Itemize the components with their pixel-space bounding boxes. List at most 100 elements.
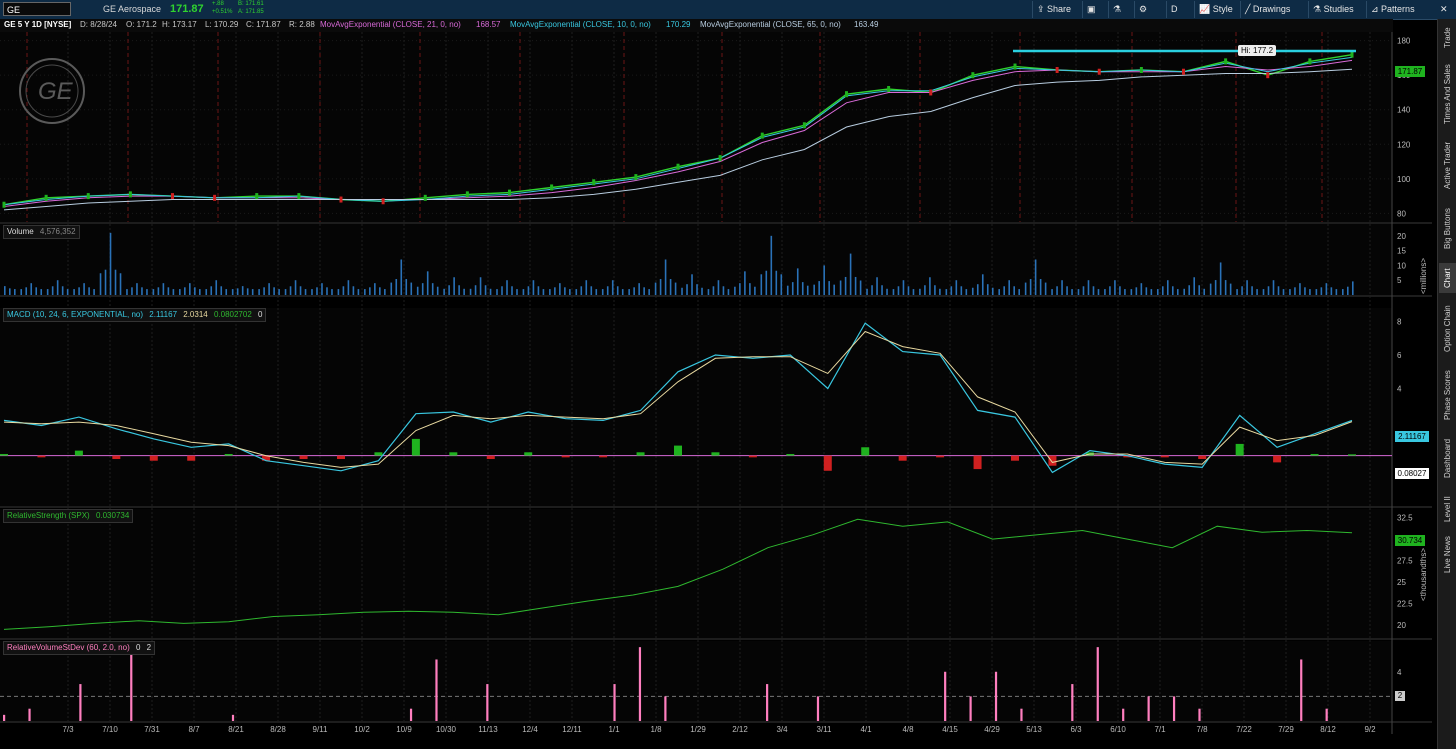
volume-bar [109, 232, 112, 295]
volume-bar [273, 287, 275, 295]
volume-bar [1013, 286, 1015, 295]
volume-bar [1219, 262, 1222, 295]
volume-bar [1124, 289, 1126, 295]
volume-bar [976, 284, 979, 295]
studies-button[interactable]: ⚗ Studies [1308, 1, 1358, 18]
x-tick-label: 1/8 [650, 725, 662, 734]
volume-bar [311, 289, 313, 295]
macd-hist-bar [486, 455, 495, 460]
tab-live-news[interactable]: Live News [1439, 533, 1456, 577]
candle [381, 198, 385, 205]
volume-bar [215, 280, 218, 295]
macd-hist-bar [112, 455, 121, 460]
tab-big-buttons[interactable]: Big Buttons [1439, 201, 1456, 257]
volume-bar [727, 289, 730, 295]
volume-bar [184, 287, 186, 295]
volume-bar [241, 286, 244, 295]
volume-bar [1061, 280, 1063, 295]
style-button[interactable]: 📈 Style [1194, 1, 1237, 18]
volume-bar [1114, 280, 1116, 295]
top-toolbar: GE GE Aerospace 171.87 +.88 +0.51% B: 17… [0, 0, 1456, 20]
tab-times-and-sales[interactable]: Times And Sales [1439, 59, 1456, 129]
volume-bar [30, 283, 33, 295]
volume-bar [1077, 289, 1080, 295]
save-button[interactable]: ▣ [1082, 1, 1100, 18]
volume-bar [542, 289, 545, 295]
volume-bar [136, 283, 138, 295]
patterns-button[interactable]: ⊿ Patterns [1366, 1, 1419, 18]
macd-hist-bar [936, 455, 945, 458]
tab-level-ii[interactable]: Level II [1439, 491, 1456, 527]
share-button[interactable]: ⇪ Share [1032, 1, 1075, 18]
candle [86, 193, 90, 200]
tab-active-trader[interactable]: Active Trader [1439, 135, 1456, 195]
volume-bar [416, 286, 419, 295]
tab-dashboard[interactable]: Dashboard [1439, 431, 1456, 485]
volume-bar [754, 286, 756, 295]
rvs-bar [1300, 659, 1303, 721]
tab-trade[interactable]: Trade [1439, 23, 1456, 53]
tab-option-chain[interactable]: Option Chain [1439, 299, 1456, 359]
x-tick-label: 4/1 [860, 725, 872, 734]
gear-button[interactable]: ⚙ [1134, 1, 1151, 18]
close-icon[interactable]: ✕ [1436, 1, 1452, 18]
volume-bar [205, 289, 208, 295]
volume-bar [93, 289, 95, 295]
macd-hist-bar [599, 455, 608, 458]
volume-bar [839, 280, 842, 295]
volume-bar [1066, 286, 1068, 295]
chart-area[interactable]: GE 7/3 7/10 7/31 8/7 8/21 8/28 9/11 10/2 10/9 10/… [0, 19, 1437, 749]
flask-icon: ⚗ [1113, 4, 1122, 14]
symbol-input[interactable]: GE [3, 2, 71, 16]
candle [1224, 58, 1228, 65]
volume-bar [686, 284, 688, 295]
rs-unit: <thousandths> [1419, 548, 1428, 601]
volume-bar [945, 289, 948, 295]
volume-bar [347, 280, 350, 295]
volume-bar [1140, 283, 1143, 295]
volume-bar [606, 286, 609, 295]
rvs-bar [664, 696, 667, 721]
last-price: 171.87 [170, 3, 204, 15]
x-tick-label: 5/13 [1026, 725, 1042, 734]
tab-chart[interactable]: Chart [1439, 263, 1456, 293]
rs-tick-label: 27.5 [1397, 557, 1413, 566]
volume-bar [828, 281, 830, 295]
volume-bar [876, 277, 878, 295]
rvs-tick-label: 4 [1397, 668, 1402, 677]
company-name: GE Aerospace [103, 4, 162, 14]
macd-tick-label: 6 [1397, 351, 1402, 360]
macd-hist-bar [0, 453, 8, 456]
macd-hist-bar [898, 455, 907, 461]
x-tick-label: 1/1 [608, 725, 620, 734]
macd-hist-bar [187, 455, 196, 461]
volume-bar [929, 277, 931, 295]
volume-bar [1229, 283, 1232, 295]
flask-button[interactable]: ⚗ [1108, 1, 1125, 18]
volume-bar [400, 259, 403, 295]
x-tick-label: 7/22 [1236, 725, 1252, 734]
volume-bar [1119, 286, 1121, 295]
rvs-bar [1122, 708, 1125, 721]
volume-bar [537, 286, 540, 295]
tab-phase-scores[interactable]: Phase Scores [1439, 365, 1456, 425]
x-tick-label: 11/13 [478, 725, 498, 734]
macd-hist-bar [823, 455, 832, 471]
volume-bar [934, 285, 936, 295]
volume-bar [1251, 286, 1253, 295]
aggregation-button[interactable]: D [1166, 1, 1182, 18]
volume-bar [66, 289, 69, 295]
macd-hist-bar [149, 455, 158, 461]
drawings-button[interactable]: ╱ Drawings [1240, 1, 1294, 18]
volume-unit: <millions> [1419, 258, 1428, 295]
price-tick-label: 80 [1397, 209, 1406, 218]
candle [423, 194, 427, 201]
volume-bar [299, 286, 302, 295]
candle [1013, 63, 1017, 70]
panel-bg-rs [0, 509, 1392, 638]
volume-bar [1051, 289, 1053, 295]
candle [465, 191, 469, 198]
macd-hist-bar [411, 438, 420, 456]
rs-header: RelativeStrength (SPX) 0.030734 [3, 509, 134, 523]
grid [0, 32, 1432, 734]
